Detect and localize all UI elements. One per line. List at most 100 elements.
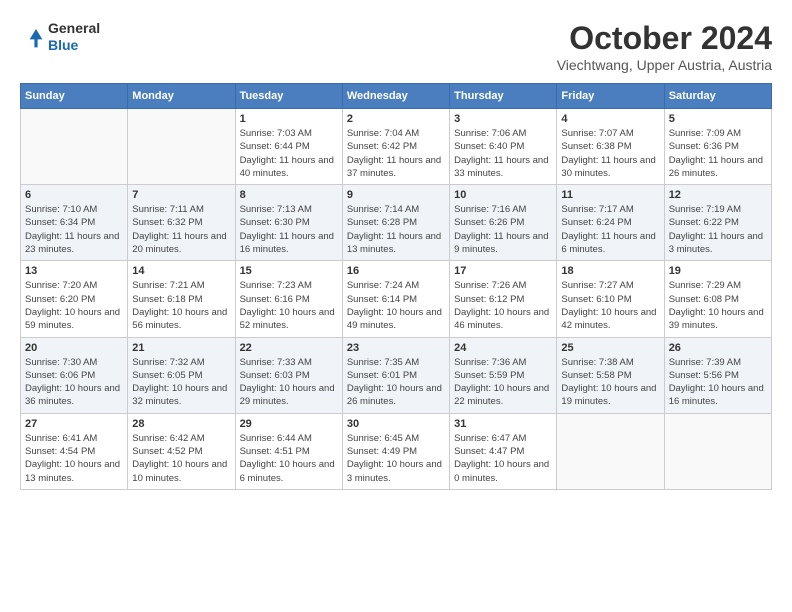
calendar-cell: 30 Sunrise: 6:45 AMSunset: 4:49 PMDayligh… [342,413,449,489]
day-number: 5 [669,113,767,125]
day-info: Sunrise: 7:39 AMSunset: 5:56 PMDaylight:… [669,356,767,409]
day-number: 15 [240,265,338,277]
day-number: 8 [240,189,338,201]
day-number: 31 [454,418,552,430]
day-info: Sunrise: 7:11 AMSunset: 6:32 PMDaylight:… [132,203,230,256]
calendar-cell: 12 Sunrise: 7:19 AMSunset: 6:22 PMDayligh… [664,185,771,261]
day-number: 1 [240,113,338,125]
calendar-cell: 19Sunrise: 7:29 AMSunset: 6:08 PMDayligh… [664,261,771,337]
calendar-cell: 16 Sunrise: 7:24 AMSunset: 6:14 PMDayligh… [342,261,449,337]
day-info: Sunrise: 7:24 AMSunset: 6:14 PMDaylight:… [347,279,445,332]
calendar-cell: 7 Sunrise: 7:11 AMSunset: 6:32 PMDaylight… [128,185,235,261]
calendar-cell: 8 Sunrise: 7:13 AMSunset: 6:30 PMDaylight… [235,185,342,261]
calendar-cell: 23Sunrise: 7:35 AMSunset: 6:01 PMDayligh… [342,337,449,413]
calendar: SundayMondayTuesdayWednesdayThursdayFrid… [20,83,772,490]
day-info: Sunrise: 7:27 AMSunset: 6:10 PMDaylight:… [561,279,659,332]
calendar-cell: 28 Sunrise: 6:42 AMSunset: 4:52 PMDayligh… [128,413,235,489]
calendar-cell: 18 Sunrise: 7:27 AMSunset: 6:10 PMDayligh… [557,261,664,337]
logo-icon [20,25,44,49]
day-info: Sunrise: 7:13 AMSunset: 6:30 PMDaylight:… [240,203,338,256]
day-number: 24 [454,342,552,354]
calendar-cell [557,413,664,489]
calendar-cell: 24Sunrise: 7:36 AMSunset: 5:59 PMDayligh… [450,337,557,413]
day-info: Sunrise: 7:06 AMSunset: 6:40 PMDaylight:… [454,127,552,180]
day-info: Sunrise: 7:19 AMSunset: 6:22 PMDaylight:… [669,203,767,256]
day-number: 11 [561,189,659,201]
day-number: 22 [240,342,338,354]
weekday-saturday: Saturday [664,84,771,109]
day-number: 12 [669,189,767,201]
day-number: 21 [132,342,230,354]
header: General Blue October 2024 Viechtwang, Up… [20,20,772,73]
day-number: 28 [132,418,230,430]
weekday-tuesday: Tuesday [235,84,342,109]
weekday-thursday: Thursday [450,84,557,109]
day-info: Sunrise: 7:03 AMSunset: 6:44 PMDaylight:… [240,127,338,180]
calendar-cell: 5 Sunrise: 7:09 AMSunset: 6:36 PMDaylight… [664,109,771,185]
day-number: 20 [25,342,123,354]
day-number: 19 [669,265,767,277]
weekday-wednesday: Wednesday [342,84,449,109]
weekday-sunday: Sunday [21,84,128,109]
calendar-cell: 13 Sunrise: 7:20 AMSunset: 6:20 PMDayligh… [21,261,128,337]
day-number: 29 [240,418,338,430]
day-number: 7 [132,189,230,201]
day-number: 9 [347,189,445,201]
day-info: Sunrise: 7:26 AMSunset: 6:12 PMDaylight:… [454,279,552,332]
week-row-1: 1 Sunrise: 7:03 AMSunset: 6:44 PMDaylight… [21,109,772,185]
day-info: Sunrise: 7:23 AMSunset: 6:16 PMDaylight:… [240,279,338,332]
day-info: Sunrise: 7:09 AMSunset: 6:36 PMDaylight:… [669,127,767,180]
calendar-cell: 4 Sunrise: 7:07 AMSunset: 6:38 PMDaylight… [557,109,664,185]
calendar-cell [21,109,128,185]
day-number: 6 [25,189,123,201]
day-number: 16 [347,265,445,277]
day-number: 27 [25,418,123,430]
day-number: 4 [561,113,659,125]
calendar-cell: 11 Sunrise: 7:17 AMSunset: 6:24 PMDayligh… [557,185,664,261]
day-info: Sunrise: 7:07 AMSunset: 6:38 PMDaylight:… [561,127,659,180]
day-info: Sunrise: 7:21 AMSunset: 6:18 PMDaylight:… [132,279,230,332]
calendar-cell [128,109,235,185]
calendar-cell: 25Sunrise: 7:38 AMSunset: 5:58 PMDayligh… [557,337,664,413]
day-number: 25 [561,342,659,354]
logo-text: General Blue [48,20,100,54]
calendar-cell: 29Sunrise: 6:44 AMSunset: 4:51 PMDayligh… [235,413,342,489]
day-number: 26 [669,342,767,354]
calendar-cell: 27Sunrise: 6:41 AMSunset: 4:54 PMDayligh… [21,413,128,489]
week-row-2: 6 Sunrise: 7:10 AMSunset: 6:34 PMDaylight… [21,185,772,261]
calendar-cell [664,413,771,489]
calendar-cell: 15 Sunrise: 7:23 AMSunset: 6:16 PMDayligh… [235,261,342,337]
day-number: 18 [561,265,659,277]
calendar-cell: 20 Sunrise: 7:30 AMSunset: 6:06 PMDayligh… [21,337,128,413]
weekday-monday: Monday [128,84,235,109]
day-info: Sunrise: 6:42 AMSunset: 4:52 PMDaylight:… [132,432,230,485]
day-info: Sunrise: 7:32 AMSunset: 6:05 PMDaylight:… [132,356,230,409]
day-info: Sunrise: 7:30 AMSunset: 6:06 PMDaylight:… [25,356,123,409]
weekday-friday: Friday [557,84,664,109]
calendar-cell: 17 Sunrise: 7:26 AMSunset: 6:12 PMDayligh… [450,261,557,337]
day-info: Sunrise: 7:33 AMSunset: 6:03 PMDaylight:… [240,356,338,409]
day-info: Sunrise: 7:10 AMSunset: 6:34 PMDaylight:… [25,203,123,256]
month-title: October 2024 [557,20,772,57]
day-info: Sunrise: 6:45 AMSunset: 4:49 PMDaylight:… [347,432,445,485]
calendar-cell: 31Sunrise: 6:47 AMSunset: 4:47 PMDayligh… [450,413,557,489]
calendar-cell: 10Sunrise: 7:16 AMSunset: 6:26 PMDayligh… [450,185,557,261]
day-number: 13 [25,265,123,277]
day-number: 17 [454,265,552,277]
calendar-cell: 6 Sunrise: 7:10 AMSunset: 6:34 PMDaylight… [21,185,128,261]
day-info: Sunrise: 7:04 AMSunset: 6:42 PMDaylight:… [347,127,445,180]
day-info: Sunrise: 7:20 AMSunset: 6:20 PMDaylight:… [25,279,123,332]
calendar-cell: 26 Sunrise: 7:39 AMSunset: 5:56 PMDayligh… [664,337,771,413]
week-row-5: 27Sunrise: 6:41 AMSunset: 4:54 PMDayligh… [21,413,772,489]
day-number: 23 [347,342,445,354]
location: Viechtwang, Upper Austria, Austria [557,57,772,73]
calendar-cell: 9Sunrise: 7:14 AMSunset: 6:28 PMDaylight… [342,185,449,261]
title-section: October 2024 Viechtwang, Upper Austria, … [557,20,772,73]
calendar-cell: 14Sunrise: 7:21 AMSunset: 6:18 PMDayligh… [128,261,235,337]
day-info: Sunrise: 7:17 AMSunset: 6:24 PMDaylight:… [561,203,659,256]
calendar-cell: 22 Sunrise: 7:33 AMSunset: 6:03 PMDayligh… [235,337,342,413]
calendar-cell: 3 Sunrise: 7:06 AMSunset: 6:40 PMDaylight… [450,109,557,185]
day-number: 30 [347,418,445,430]
day-number: 3 [454,113,552,125]
logo: General Blue [20,20,100,54]
